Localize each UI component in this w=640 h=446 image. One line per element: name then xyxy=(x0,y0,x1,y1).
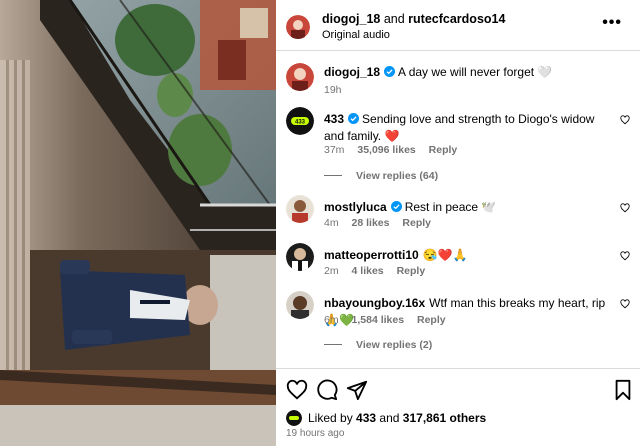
view-replies-label: View replies (64) xyxy=(356,170,439,182)
post-timestamp: 19 hours ago xyxy=(286,428,345,439)
comment-text: matteoperrotti10 😪❤️🙏 xyxy=(324,247,616,264)
comment-time: 37m xyxy=(324,144,345,156)
likes-text[interactable]: Liked by 433 and 317,861 others xyxy=(308,411,486,425)
comment-row: matteoperrotti10 😪❤️🙏 2m 4 likes Reply xyxy=(276,243,640,287)
reply-button[interactable]: Reply xyxy=(402,217,431,229)
likes-count[interactable]: 317,861 others xyxy=(403,411,486,425)
comment-text: mostlyluca Rest in peace 🕊️ xyxy=(324,199,616,216)
comment-body: Rest in peace 🕊️ xyxy=(404,200,497,214)
comment-text: 433 Sending love and strength to Diogo's … xyxy=(324,111,616,145)
avatar[interactable] xyxy=(286,15,310,39)
comment-username[interactable]: 433 xyxy=(324,112,344,126)
post-photo xyxy=(0,0,276,446)
view-replies-label: View replies (2) xyxy=(356,339,433,351)
heart-outline-icon[interactable] xyxy=(620,251,630,261)
post-author-line: diogoj_18 and rutecfcardoso14 xyxy=(322,12,505,26)
caption-text: diogoj_18 A day we will never forget 🤍 xyxy=(324,64,616,81)
verified-badge-icon xyxy=(348,113,360,124)
caption-body: A day we will never forget 🤍 xyxy=(398,65,553,79)
reply-button[interactable]: Reply xyxy=(429,144,458,156)
verified-badge-icon xyxy=(390,201,402,212)
audio-label[interactable]: Original audio xyxy=(322,29,390,41)
svg-text:433: 433 xyxy=(295,120,306,126)
view-replies-button[interactable]: View replies (2) xyxy=(324,339,432,351)
post-header: diogoj_18 and rutecfcardoso14 Original a… xyxy=(276,0,640,50)
comment-username[interactable]: matteoperrotti10 xyxy=(324,248,419,262)
reply-button[interactable]: Reply xyxy=(417,314,446,326)
reply-button[interactable]: Reply xyxy=(397,265,426,277)
comment-row: nbayoungboy.16x Wtf man this breaks my he… xyxy=(276,291,640,367)
likes-user[interactable]: 433 xyxy=(356,411,376,425)
comment-likes[interactable]: 1,584 likes xyxy=(352,314,405,326)
comment-meta: 2m 4 likes Reply xyxy=(324,265,435,277)
comment-username[interactable]: mostlyluca xyxy=(324,200,387,214)
comment-time: 4m xyxy=(324,217,339,229)
comment-meta: 37m 35,096 likes Reply xyxy=(324,144,467,156)
author-username[interactable]: diogoj_18 xyxy=(322,12,380,26)
heart-outline-icon[interactable] xyxy=(620,115,630,125)
comment-body: 😪❤️🙏 xyxy=(422,248,468,262)
avatar[interactable] xyxy=(286,291,314,319)
comment-body: Sending love and strength to Diogo's wid… xyxy=(324,112,595,143)
view-replies-button[interactable]: View replies (64) xyxy=(324,170,438,182)
caption-username[interactable]: diogoj_18 xyxy=(324,65,380,79)
likes-joiner: and xyxy=(379,411,400,425)
caption-time: 19h xyxy=(324,84,342,96)
comment-time: 6m xyxy=(324,314,339,326)
comment-time: 2m xyxy=(324,265,339,277)
replies-line xyxy=(324,175,342,176)
avatar[interactable] xyxy=(286,410,302,426)
avatar[interactable]: 433 xyxy=(286,107,314,135)
comment-username[interactable]: nbayoungboy.16x xyxy=(324,296,425,310)
caption-row: diogoj_18 A day we will never forget 🤍 19… xyxy=(276,63,640,107)
avatar[interactable] xyxy=(286,63,314,91)
post-media[interactable] xyxy=(0,0,276,446)
author-joiner: and xyxy=(383,12,405,26)
post-actions-bar xyxy=(276,369,640,409)
comment-row: 433 433 Sending love and strength to Diog… xyxy=(276,107,640,187)
heart-outline-icon[interactable] xyxy=(620,299,630,309)
comment-meta: 6m 1,584 likes Reply xyxy=(324,314,456,326)
comment-likes[interactable]: 35,096 likes xyxy=(357,144,415,156)
comments-list[interactable]: diogoj_18 A day we will never forget 🤍 19… xyxy=(276,51,640,368)
comment-meta: 4m 28 likes Reply xyxy=(324,217,441,229)
heart-outline-icon[interactable] xyxy=(286,379,308,401)
coauthor-username[interactable]: rutecfcardoso14 xyxy=(408,12,505,26)
comment-likes[interactable]: 28 likes xyxy=(352,217,390,229)
comment-row: mostlyluca Rest in peace 🕊️ 4m 28 likes R… xyxy=(276,195,640,239)
replies-line xyxy=(324,344,342,345)
heart-outline-icon[interactable] xyxy=(620,203,630,213)
comment-likes[interactable]: 4 likes xyxy=(352,265,384,277)
avatar[interactable] xyxy=(286,243,314,271)
bookmark-icon[interactable] xyxy=(612,379,634,401)
more-options-button[interactable]: ••• xyxy=(602,14,622,32)
verified-badge-icon xyxy=(384,66,396,77)
comment-bubble-icon[interactable] xyxy=(316,379,338,401)
likes-prefix: Liked by xyxy=(308,411,353,425)
paper-plane-icon[interactable] xyxy=(346,379,368,401)
post-side-panel: diogoj_18 and rutecfcardoso14 Original a… xyxy=(276,0,640,446)
avatar[interactable] xyxy=(286,195,314,223)
caption-meta: 19h xyxy=(324,84,352,96)
